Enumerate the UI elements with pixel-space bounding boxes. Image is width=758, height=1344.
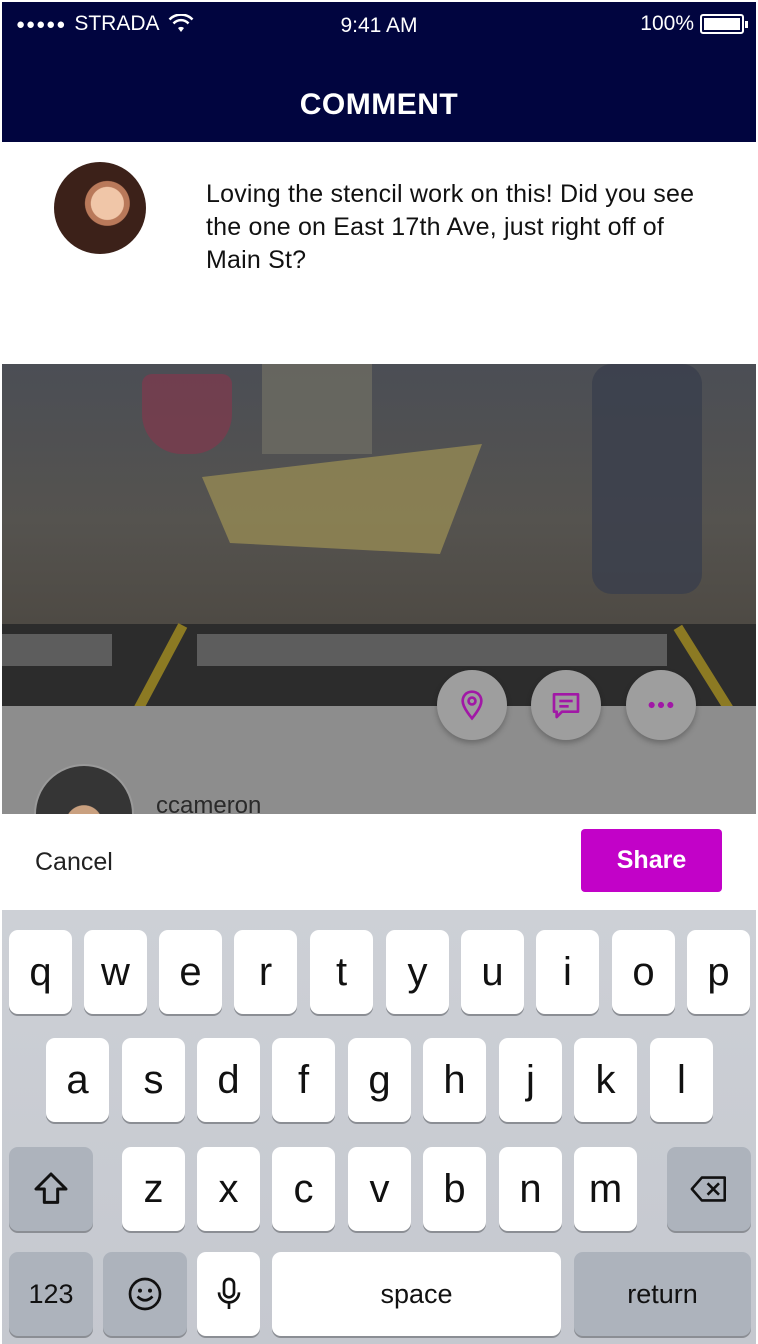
key-u[interactable]: u [461,930,524,1014]
key-r[interactable]: r [234,930,297,1014]
key-w[interactable]: w [84,930,147,1014]
post-photo [2,364,756,706]
mural-shape [142,374,232,454]
comment-icon [552,693,580,719]
key-j[interactable]: j [499,1038,562,1122]
key-a[interactable]: a [46,1038,109,1122]
status-and-nav-bar: ●●●●● STRADA 9:41 AM 100% COMMENT [2,2,756,142]
compose-action-bar: Cancel Share [2,814,756,910]
curb [197,634,667,666]
dictation-key[interactable] [197,1252,260,1336]
space-key[interactable]: space [272,1252,561,1336]
keyboard: q w e r t y u i o p a s d f g h j k l z … [2,910,756,1344]
key-i[interactable]: i [536,930,599,1014]
key-y[interactable]: y [386,930,449,1014]
commenter-avatar [54,162,146,254]
location-pin-icon [461,690,483,721]
key-k[interactable]: k [574,1038,637,1122]
key-f[interactable]: f [272,1038,335,1122]
key-p[interactable]: p [687,930,750,1014]
key-s[interactable]: s [122,1038,185,1122]
share-button[interactable]: Share [581,829,722,892]
key-z[interactable]: z [122,1147,185,1231]
key-g[interactable]: g [348,1038,411,1122]
comment-compose-area[interactable]: Loving the stencil work on this! Did you… [2,142,756,364]
more-button[interactable] [626,670,696,740]
key-x[interactable]: x [197,1147,260,1231]
curb [2,634,112,666]
location-button[interactable] [437,670,507,740]
battery-percent: 100% [640,12,694,35]
backspace-icon [690,1176,726,1202]
key-e[interactable]: e [159,930,222,1014]
key-n[interactable]: n [499,1147,562,1231]
battery-icon [700,14,748,34]
more-icon [648,701,674,709]
key-l[interactable]: l [650,1038,713,1122]
key-h[interactable]: h [423,1038,486,1122]
key-d[interactable]: d [197,1038,260,1122]
microphone-icon [217,1277,240,1309]
shift-key[interactable] [9,1147,93,1231]
status-right: 100% [640,12,748,36]
return-key[interactable]: return [574,1252,751,1336]
key-t[interactable]: t [310,930,373,1014]
emoji-icon [128,1277,162,1311]
key-v[interactable]: v [348,1147,411,1231]
cancel-button[interactable]: Cancel [35,848,113,877]
emoji-key[interactable] [103,1252,187,1336]
key-b[interactable]: b [423,1147,486,1231]
key-m[interactable]: m [574,1147,637,1231]
numbers-key[interactable]: 123 [9,1252,93,1336]
comment-text-input[interactable]: Loving the stencil work on this! Did you… [206,178,726,277]
mural-shape [262,364,372,454]
mural-shape [592,364,702,594]
comment-button[interactable] [531,670,601,740]
page-title: COMMENT [299,88,459,121]
key-o[interactable]: o [612,930,675,1014]
key-c[interactable]: c [272,1147,335,1231]
key-q[interactable]: q [9,930,72,1014]
shift-icon [34,1172,68,1204]
backspace-key[interactable] [667,1147,751,1231]
